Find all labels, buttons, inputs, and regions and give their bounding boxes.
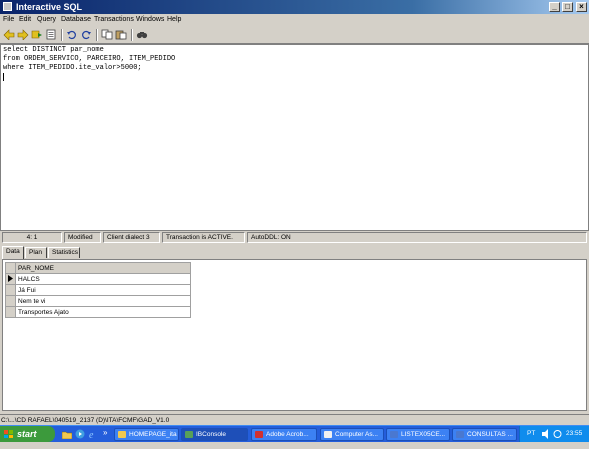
toolbar-separator bbox=[96, 29, 98, 41]
menu-query[interactable]: Query bbox=[37, 16, 56, 24]
start-label: start bbox=[17, 429, 37, 439]
execute-query-icon[interactable] bbox=[31, 29, 43, 40]
rollback-icon[interactable] bbox=[80, 29, 92, 40]
quicklaunch-overflow[interactable]: » bbox=[103, 429, 107, 437]
sql-line: select DISTINCT par_nome bbox=[3, 46, 104, 54]
path-text: C:\...\CD RAFAEL\040519_2137 (D)\ITA\FCM… bbox=[1, 417, 170, 424]
current-row-indicator-icon bbox=[5, 273, 16, 285]
table-row[interactable]: HALCS bbox=[5, 273, 191, 285]
clock[interactable]: 23:55 bbox=[566, 426, 582, 442]
close-button[interactable]: × bbox=[576, 2, 587, 12]
windows-logo-icon bbox=[4, 430, 13, 438]
table-cell[interactable]: HALCS bbox=[15, 273, 191, 285]
language-indicator[interactable]: PT bbox=[527, 426, 535, 442]
folder-icon bbox=[118, 431, 126, 438]
task-label: Adobe Acrob... bbox=[266, 431, 309, 438]
table-cell[interactable]: Transportes Ajato bbox=[15, 306, 191, 318]
network-icon[interactable] bbox=[553, 426, 562, 449]
ca-icon bbox=[324, 431, 332, 438]
toolbar bbox=[0, 26, 589, 44]
task-label: CONSULTAS ... bbox=[467, 431, 513, 438]
task-ibconsole[interactable]: IBConsole bbox=[181, 428, 248, 441]
row-indicator bbox=[5, 295, 16, 307]
toolbar-separator bbox=[131, 29, 133, 41]
svg-text:e: e bbox=[89, 430, 94, 439]
table-cell[interactable]: Já Fui bbox=[15, 284, 191, 296]
path-bar: C:\...\CD RAFAEL\040519_2137 (D)\ITA\FCM… bbox=[0, 414, 589, 425]
task-label: Computer As... bbox=[335, 431, 378, 438]
row-indicator-header bbox=[5, 262, 16, 274]
sql-line: from ORDEM_SERVICO, PARCEIRO, ITEM_PEDID… bbox=[3, 55, 176, 63]
quicklaunch-ie-icon[interactable]: e bbox=[88, 429, 98, 439]
task-computer-associates[interactable]: Computer As... bbox=[320, 428, 384, 441]
quicklaunch-media-icon[interactable] bbox=[75, 429, 85, 439]
word-document-icon bbox=[390, 431, 398, 438]
menu-transactions[interactable]: Transactions bbox=[94, 16, 134, 24]
column-header-par-nome[interactable]: PAR_NOME bbox=[15, 262, 191, 274]
table-row[interactable]: Transportes Ajato bbox=[5, 306, 191, 318]
tab-statistics[interactable]: Statistics bbox=[48, 247, 80, 258]
word-document-icon bbox=[456, 431, 464, 438]
results-grid: PAR_NOME HALCS Já Fui Nem te vi Transpor… bbox=[5, 262, 191, 318]
menu-file[interactable]: File bbox=[3, 16, 14, 24]
menu-edit[interactable]: Edit bbox=[19, 16, 31, 24]
row-indicator bbox=[5, 306, 16, 318]
speaker-icon[interactable] bbox=[542, 426, 550, 449]
commit-icon[interactable] bbox=[66, 29, 78, 40]
results-grid-area[interactable]: PAR_NOME HALCS Já Fui Nem te vi Transpor… bbox=[2, 259, 587, 411]
table-row[interactable]: Já Fui bbox=[5, 284, 191, 296]
acrobat-icon bbox=[255, 431, 263, 438]
system-tray: PT 23:55 bbox=[519, 426, 589, 442]
next-query-icon[interactable] bbox=[17, 29, 29, 40]
app-icon bbox=[3, 2, 12, 11]
taskbar: start e » HOMEPAGE_ita IBConsole Adobe A… bbox=[0, 425, 589, 442]
row-indicator bbox=[5, 284, 16, 296]
text-caret bbox=[3, 73, 4, 81]
start-button[interactable]: start bbox=[0, 426, 55, 442]
task-homepage[interactable]: HOMEPAGE_ita bbox=[114, 428, 179, 441]
quicklaunch-folder-icon[interactable] bbox=[62, 429, 72, 439]
title-bar[interactable]: Interactive SQL _ □ × bbox=[0, 0, 589, 14]
tab-plan[interactable]: Plan bbox=[25, 247, 47, 258]
table-row[interactable]: Nem te vi bbox=[5, 295, 191, 307]
ibconsole-icon bbox=[185, 431, 193, 438]
sql-line: where ITEM_PEDIDO.ite_valor>5000; bbox=[3, 64, 142, 72]
find-icon[interactable] bbox=[136, 29, 148, 40]
menu-database[interactable]: Database bbox=[61, 16, 91, 24]
paste-icon[interactable] bbox=[115, 29, 127, 40]
task-label: LISTEX05CE... bbox=[401, 431, 446, 438]
menu-help[interactable]: Help bbox=[167, 16, 181, 24]
status-bar: 4: 1 Modified Client dialect 3 Transacti… bbox=[0, 232, 589, 243]
maximize-button[interactable]: □ bbox=[562, 2, 573, 12]
autoddl-status: AutoDDL: ON bbox=[247, 232, 587, 243]
client-dialect-status: Client dialect 3 bbox=[103, 232, 160, 243]
task-consultas[interactable]: CONSULTAS ... bbox=[452, 428, 517, 441]
menu-windows[interactable]: Windows bbox=[136, 16, 164, 24]
modified-status: Modified bbox=[64, 232, 101, 243]
window-title: Interactive SQL bbox=[16, 2, 83, 12]
cursor-position: 4: 1 bbox=[2, 232, 62, 243]
toolbar-separator bbox=[61, 29, 63, 41]
task-label: HOMEPAGE_ita bbox=[129, 431, 177, 438]
tab-data[interactable]: Data bbox=[2, 246, 24, 259]
grid-header-row: PAR_NOME bbox=[5, 262, 191, 274]
sql-editor[interactable]: select DISTINCT par_nome from ORDEM_SERV… bbox=[0, 44, 589, 231]
prev-query-icon[interactable] bbox=[3, 29, 15, 40]
table-cell[interactable]: Nem te vi bbox=[15, 295, 191, 307]
copy-icon[interactable] bbox=[101, 29, 113, 40]
task-listex05ce[interactable]: LISTEX05CE... bbox=[386, 428, 450, 441]
result-tabs: Data Plan Statistics bbox=[0, 246, 589, 259]
minimize-button[interactable]: _ bbox=[549, 2, 560, 12]
query-history-icon[interactable] bbox=[45, 29, 57, 40]
task-label: IBConsole bbox=[196, 431, 226, 438]
transaction-status: Transaction is ACTIVE. bbox=[162, 232, 245, 243]
menu-bar: File Edit Query Database Transactions Wi… bbox=[0, 14, 589, 26]
task-adobe-acrobat[interactable]: Adobe Acrob... bbox=[251, 428, 317, 441]
